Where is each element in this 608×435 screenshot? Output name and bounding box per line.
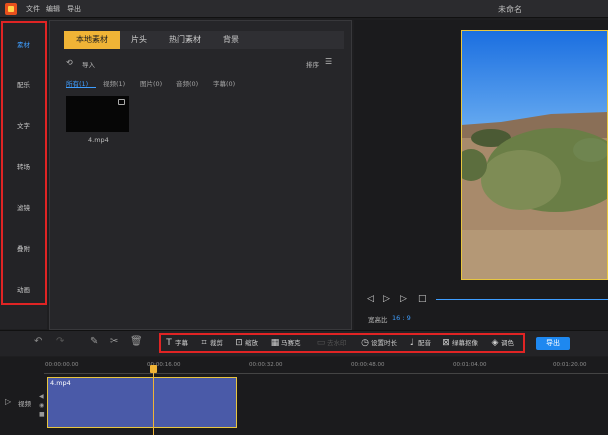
filter-video[interactable]: 视频(1) <box>103 78 125 88</box>
media-thumbnail[interactable] <box>66 96 129 132</box>
document-title: 未命名 <box>498 5 522 14</box>
play-icon[interactable]: ▷ <box>383 294 390 304</box>
track-lock-icon[interactable]: ■ <box>39 411 45 418</box>
clip-name: 4.mp4 <box>50 379 71 387</box>
redo-icon[interactable]: ↷ <box>56 336 64 347</box>
tab-popular[interactable]: 热门素材 <box>160 31 210 49</box>
import-icon[interactable]: ⟲ <box>66 58 73 67</box>
preview-progress-bar[interactable] <box>436 299 608 300</box>
timeline-tick: 00:01:04.00 <box>453 362 487 368</box>
tab-local-material[interactable]: 本地素材 <box>64 31 120 49</box>
export-button[interactable]: 导出 <box>536 337 570 350</box>
aspect-ratio-value[interactable]: 16 : 9 <box>392 314 411 322</box>
filter-audio[interactable]: 音频(0) <box>176 78 198 88</box>
playhead-handle[interactable] <box>150 365 157 373</box>
video-track-icon: ▷ <box>5 397 12 406</box>
app-logo-icon <box>5 3 17 15</box>
timeline-tick: 00:00:00.00 <box>45 362 79 368</box>
menu-export[interactable]: 导出 <box>67 4 81 14</box>
filter-active-underline <box>66 87 96 88</box>
sort-icon[interactable]: ☰ <box>325 57 332 66</box>
playhead[interactable] <box>153 365 154 435</box>
tab-background[interactable]: 背景 <box>216 31 246 49</box>
preview-border <box>461 30 608 280</box>
media-file-name: 4.mp4 <box>88 136 109 144</box>
timeline-ruler[interactable] <box>44 370 608 374</box>
scissors-icon[interactable]: ✂ <box>110 336 118 347</box>
trash-icon[interactable]: 🗑 <box>130 336 143 347</box>
timeline-tick: 00:00:48.00 <box>351 362 385 368</box>
filter-subtitle[interactable]: 字幕(0) <box>213 78 235 88</box>
sidebar-highlight-box <box>1 21 47 305</box>
import-button[interactable]: 导入 <box>82 59 95 69</box>
track-visibility-icon[interactable]: ◉ <box>39 402 44 409</box>
stop-icon[interactable]: □ <box>418 294 427 304</box>
video-clip[interactable] <box>47 377 237 428</box>
video-track-label: 视频 <box>18 400 31 408</box>
video-file-icon <box>118 99 125 105</box>
tab-intro[interactable]: 片头 <box>124 31 154 49</box>
undo-icon[interactable]: ↶ <box>34 336 42 347</box>
filter-image[interactable]: 图片(0) <box>140 78 162 88</box>
menu-file[interactable]: 文件 <box>26 4 40 14</box>
edit-icon[interactable]: ✎ <box>90 336 98 347</box>
timeline-tick: 00:01:20.00 <box>553 362 587 368</box>
aspect-ratio-label: 宽高比 <box>368 316 388 324</box>
next-frame-icon[interactable]: ▷ <box>400 294 407 304</box>
prev-frame-icon[interactable]: ◁ <box>367 294 374 304</box>
toolbar-highlight-box <box>159 333 525 353</box>
track-audio-icon[interactable]: ◀ <box>39 393 44 400</box>
sort-label[interactable]: 排序 <box>306 59 319 69</box>
timeline-tick: 00:00:32.00 <box>249 362 283 368</box>
menu-edit[interactable]: 编辑 <box>46 4 60 14</box>
